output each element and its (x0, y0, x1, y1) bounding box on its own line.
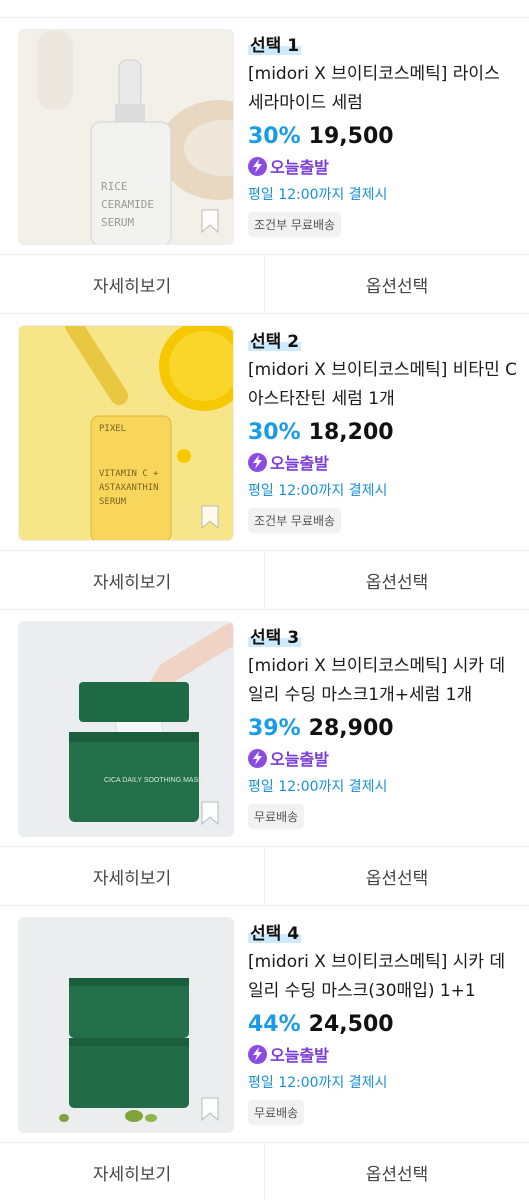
product-actions: 자세히보기 옵션선택 (0, 550, 529, 610)
product-info: 선택 3 [midori X 브이티코스메틱] 시카 데일리 수딩 마스크1개+… (248, 621, 518, 846)
order-deadline: 평일 12:00까지 결제시 (248, 1075, 388, 1091)
product-title[interactable]: [midori X 브이티코스메틱] 시카 데일리 수딩 마스크1개+세럼 1개 (248, 652, 518, 710)
bottle-brand-text: PIXEL (99, 424, 126, 434)
product-card[interactable]: RICE CERAMIDE SERUM 선택 1 [midori X 브이티코스… (0, 18, 529, 254)
lightning-icon (248, 1044, 267, 1064)
box-label-text: CICA DAILY SOOTHING MASK (104, 777, 203, 784)
option-select-button[interactable]: 옵션선택 (264, 551, 529, 609)
discount-rate: 39% (248, 716, 301, 741)
option-select-button[interactable]: 옵션선택 (264, 847, 529, 905)
bottle-label-text-3: SERUM (101, 216, 134, 229)
option-tag: 선택 3 (248, 623, 302, 648)
today-delivery-badge: 오늘출발 (248, 450, 518, 474)
price-row: 30% 19,500 (248, 124, 518, 149)
option-select-button[interactable]: 옵션선택 (264, 1143, 529, 1200)
shipping-badge: 무료배송 (248, 804, 305, 829)
delivery-label: 오늘출발 (270, 750, 329, 769)
order-deadline: 평일 12:00까지 결제시 (248, 483, 388, 499)
product-image[interactable]: RICE CERAMIDE SERUM (18, 29, 234, 245)
product-actions: 자세히보기 옵션선택 (0, 846, 529, 906)
sale-price: 24,500 (308, 1012, 394, 1037)
bookmark-icon[interactable] (199, 800, 221, 826)
delivery-label: 오늘출발 (270, 454, 329, 473)
top-divider (0, 0, 529, 18)
option-tag: 선택 4 (248, 919, 302, 944)
product-image[interactable]: PIXEL VITAMIN C + ASTAXANTHIN SERUM (18, 325, 234, 541)
shipping-badge: 무료배송 (248, 1100, 305, 1125)
option-select-button[interactable]: 옵션선택 (264, 255, 529, 313)
bottle-label-text: VITAMIN C + (99, 469, 159, 479)
discount-rate: 44% (248, 1012, 301, 1037)
product-card[interactable]: 선택 4 [midori X 브이티코스메틱] 시카 데일리 수딩 마스크(30… (0, 906, 529, 1142)
product-card[interactable]: CICA DAILY SOOTHING MASK 선택 3 [midori X … (0, 610, 529, 846)
product-info: 선택 4 [midori X 브이티코스메틱] 시카 데일리 수딩 마스크(30… (248, 917, 518, 1142)
product-title[interactable]: [midori X 브이티코스메틱] 비타민 C 아스타잔틴 세럼 1개 (248, 356, 518, 414)
product-title[interactable]: [midori X 브이티코스메틱] 라이스 세라마이드 세럼 (248, 60, 518, 118)
lightning-icon (248, 748, 267, 768)
detail-button[interactable]: 자세히보기 (0, 847, 264, 905)
detail-button[interactable]: 자세히보기 (0, 1143, 264, 1200)
today-delivery-badge: 오늘출발 (248, 1042, 518, 1066)
today-delivery-badge: 오늘출발 (248, 154, 518, 178)
sale-price: 19,500 (308, 124, 394, 149)
discount-rate: 30% (248, 124, 301, 149)
product-list: RICE CERAMIDE SERUM 선택 1 [midori X 브이티코스… (0, 0, 529, 1200)
product-actions: 자세히보기 옵션선택 (0, 254, 529, 314)
product-card[interactable]: PIXEL VITAMIN C + ASTAXANTHIN SERUM 선택 2… (0, 314, 529, 550)
lightning-icon (248, 156, 267, 176)
option-tag: 선택 1 (248, 31, 302, 56)
bottle-label-text-3: SERUM (99, 497, 127, 507)
product-info: 선택 1 [midori X 브이티코스메틱] 라이스 세라마이드 세럼 30%… (248, 29, 518, 254)
product-image[interactable] (18, 917, 234, 1133)
shipping-badge: 조건부 무료배송 (248, 212, 342, 237)
price-row: 44% 24,500 (248, 1012, 518, 1037)
product-actions: 자세히보기 옵션선택 (0, 1142, 529, 1200)
product-title[interactable]: [midori X 브이티코스메틱] 시카 데일리 수딩 마스크(30매입) 1… (248, 948, 518, 1006)
bookmark-icon[interactable] (199, 504, 221, 530)
bottle-label-text-2: ASTAXANTHIN (99, 483, 159, 493)
bottle-label-text: RICE (101, 180, 128, 193)
option-tag: 선택 2 (248, 327, 302, 352)
product-info: 선택 2 [midori X 브이티코스메틱] 비타민 C 아스타잔틴 세럼 1… (248, 325, 518, 550)
sale-price: 18,200 (308, 420, 394, 445)
detail-button[interactable]: 자세히보기 (0, 551, 264, 609)
sale-price: 28,900 (308, 716, 394, 741)
today-delivery-badge: 오늘출발 (248, 746, 518, 770)
shipping-badge: 조건부 무료배송 (248, 508, 342, 533)
delivery-label: 오늘출발 (270, 1046, 329, 1065)
detail-button[interactable]: 자세히보기 (0, 255, 264, 313)
bottle-label-text-2: CERAMIDE (101, 198, 154, 211)
discount-rate: 30% (248, 420, 301, 445)
order-deadline: 평일 12:00까지 결제시 (248, 779, 388, 795)
product-image[interactable]: CICA DAILY SOOTHING MASK (18, 621, 234, 837)
bookmark-icon[interactable] (199, 208, 221, 234)
delivery-label: 오늘출발 (270, 158, 329, 177)
lightning-icon (248, 452, 267, 472)
price-row: 30% 18,200 (248, 420, 518, 445)
bookmark-icon[interactable] (199, 1096, 221, 1122)
price-row: 39% 28,900 (248, 716, 518, 741)
order-deadline: 평일 12:00까지 결제시 (248, 187, 388, 203)
